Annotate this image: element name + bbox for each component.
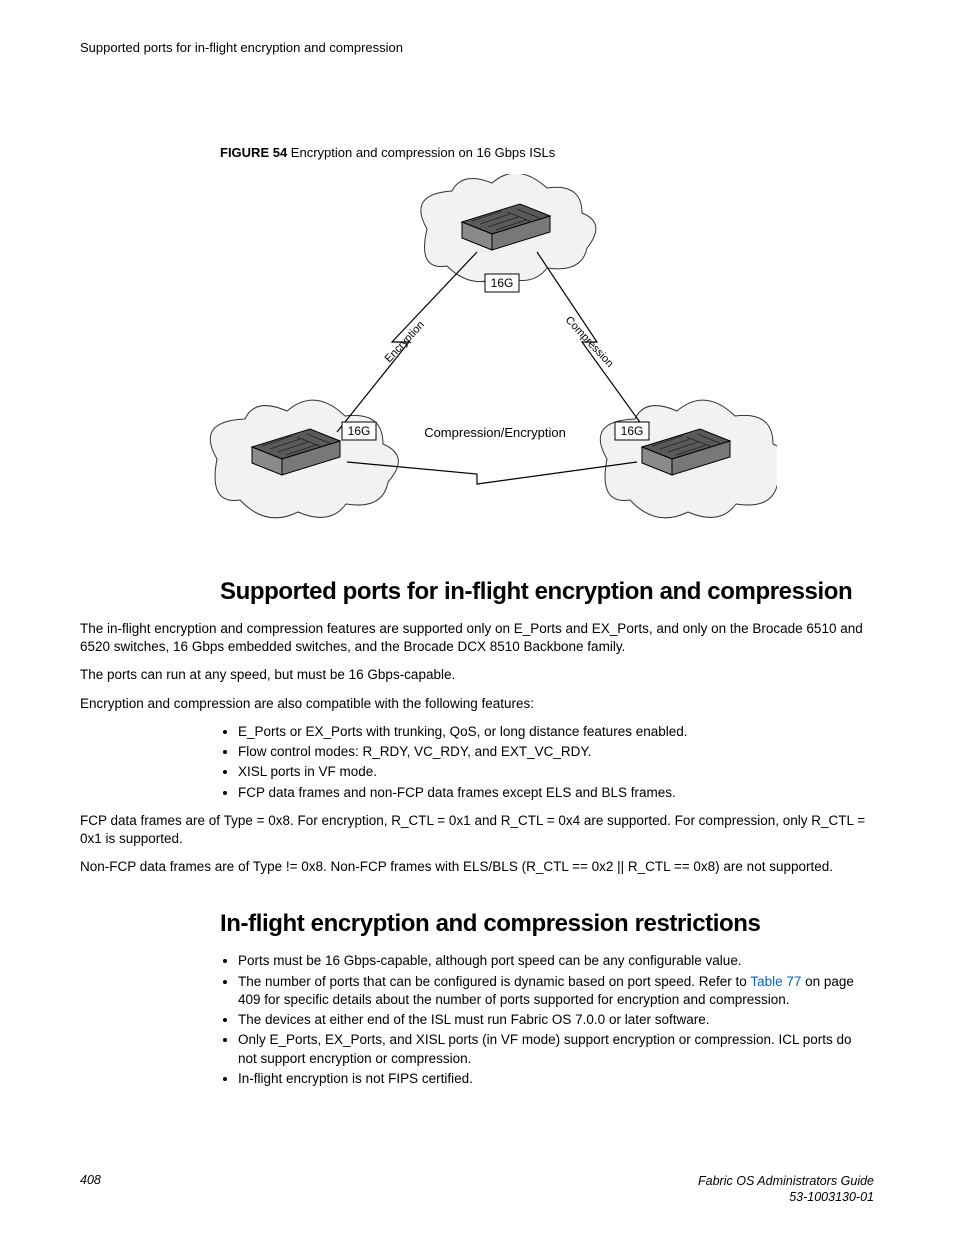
list-item: The devices at either end of the ISL mus… (238, 1011, 864, 1029)
running-header: Supported ports for in-flight encryption… (80, 40, 874, 55)
section1-bullets: E_Ports or EX_Ports with trunking, QoS, … (220, 723, 864, 802)
list-item: XISL ports in VF mode. (238, 763, 864, 781)
figure-label-top: 16G (491, 276, 514, 290)
section1-p3: Encryption and compression are also comp… (80, 695, 874, 713)
list-item: FCP data frames and non-FCP data frames … (238, 784, 864, 802)
page-number: 408 (80, 1173, 101, 1187)
figure-title: Encryption and compression on 16 Gbps IS… (287, 145, 555, 160)
list-item: The number of ports that can be configur… (238, 973, 864, 1009)
figure-number: FIGURE 54 (220, 145, 287, 160)
list-item: Flow control modes: R_RDY, VC_RDY, and E… (238, 743, 864, 761)
figure-label-left: 16G (348, 424, 371, 438)
section1-p4: FCP data frames are of Type = 0x8. For e… (80, 812, 874, 848)
figure-edge-encryption: Encryption (383, 319, 427, 365)
list-item: Only E_Ports, EX_Ports, and XISL ports (… (238, 1031, 864, 1067)
section2-bullets: Ports must be 16 Gbps-capable, although … (220, 952, 864, 1088)
figure-caption: FIGURE 54 Encryption and compression on … (220, 145, 874, 160)
figure-label-right: 16G (621, 424, 644, 438)
list-item: In-flight encryption is not FIPS certifi… (238, 1070, 864, 1088)
section2-heading: In-flight encryption and compression res… (220, 910, 874, 938)
table-77-link[interactable]: Table 77 (750, 974, 801, 989)
list-item-text: The number of ports that can be configur… (238, 974, 750, 989)
figure-diagram: 16G 16G 16G Encryption Compression Compr… (177, 174, 777, 544)
section1-p2: The ports can run at any speed, but must… (80, 666, 874, 684)
list-item: E_Ports or EX_Ports with trunking, QoS, … (238, 723, 864, 741)
figure-edge-bottom: Compression/Encryption (424, 425, 566, 440)
footer-title: Fabric OS Administrators Guide (698, 1174, 874, 1188)
footer-docnum: 53-1003130-01 (789, 1190, 874, 1204)
list-item: Ports must be 16 Gbps-capable, although … (238, 952, 864, 970)
section1-heading: Supported ports for in-flight encryption… (220, 578, 874, 606)
page-footer: 408 Fabric OS Administrators Guide 53-10… (80, 1173, 874, 1206)
figure-edge-compression: Compression (563, 314, 616, 370)
section1-p5: Non-FCP data frames are of Type != 0x8. … (80, 858, 874, 876)
section1-p1: The in-flight encryption and compression… (80, 620, 874, 656)
